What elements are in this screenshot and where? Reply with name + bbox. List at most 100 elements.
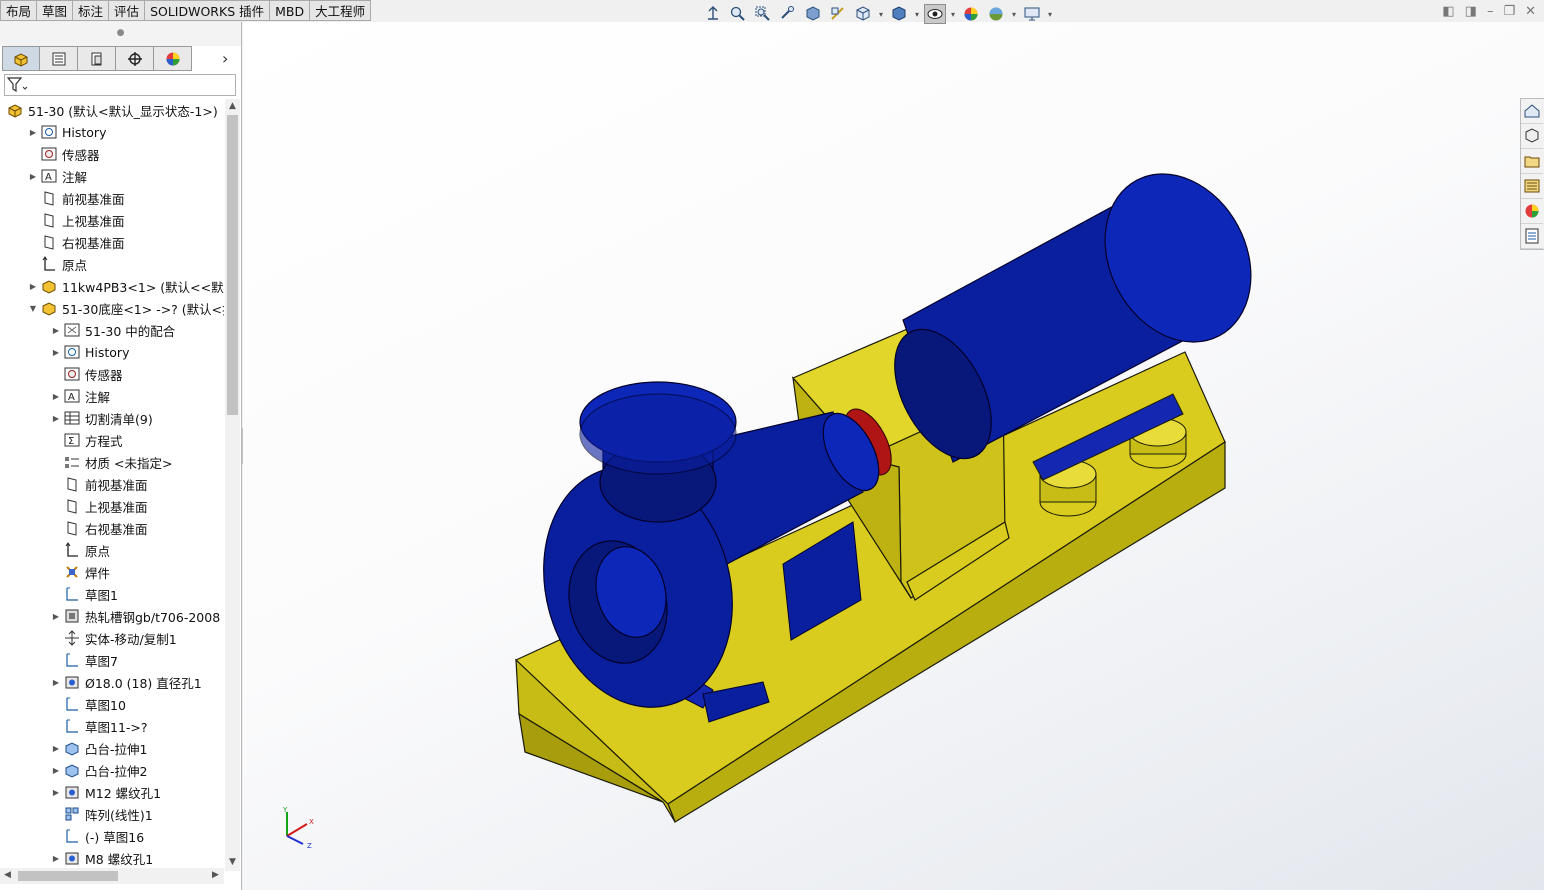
tree-item[interactable]: Σ 方程式	[0, 429, 224, 451]
command-tab-2[interactable]: 标注	[73, 0, 110, 21]
command-tab-1[interactable]: 草图	[37, 0, 74, 21]
tree-filter[interactable]	[4, 74, 236, 96]
tree-item[interactable]: 草图11->?	[0, 715, 224, 737]
scroll-thumb[interactable]	[227, 115, 238, 415]
tree-item[interactable]: 传感器	[0, 143, 224, 165]
expand-arrow-icon[interactable]: ▶	[28, 172, 38, 181]
dropdown-caret-icon[interactable]: ▾	[913, 10, 921, 19]
expand-arrow-icon[interactable]: ▶	[51, 326, 61, 335]
tree-item[interactable]: ▶ 凸台-拉伸2	[0, 759, 224, 781]
expand-arrow-icon[interactable]: ▶	[51, 348, 61, 357]
expand-arrow-icon[interactable]: ▶	[51, 678, 61, 687]
tree-item[interactable]: 材质 <未指定>	[0, 451, 224, 473]
custom-properties-tab[interactable]	[1521, 224, 1543, 249]
file-explorer-tab[interactable]	[1521, 174, 1543, 199]
tree-item[interactable]: 传感器	[0, 363, 224, 385]
tab-configuration-manager[interactable]	[78, 46, 116, 71]
panel-grip[interactable]: ●	[0, 22, 241, 46]
expand-arrow-icon[interactable]: ▶	[28, 282, 38, 291]
tree-item[interactable]: 上视基准面	[0, 209, 224, 231]
previous-view-button[interactable]	[777, 4, 799, 24]
tree-item[interactable]: ▶ History	[0, 121, 224, 143]
filter-icon[interactable]	[5, 75, 31, 95]
command-tab-6[interactable]: 大工程师	[310, 0, 372, 21]
view-orientation-button[interactable]	[702, 4, 724, 24]
tab-feature-manager[interactable]	[2, 46, 40, 71]
scroll-left-icon[interactable]: ◀	[0, 870, 15, 880]
tree-item[interactable]: ▶ M12 螺纹孔1	[0, 781, 224, 803]
tree-item[interactable]: ▶ 热轧槽钢gb/t706-2008 36B	[0, 605, 224, 627]
more-tabs-chevron-icon[interactable]: ›	[222, 49, 228, 68]
tree-item[interactable]: 右视基准面	[0, 517, 224, 539]
pump-assembly-model[interactable]	[243, 22, 1544, 890]
scroll-down-icon[interactable]: ▼	[225, 857, 240, 867]
tree-item[interactable]: 草图7	[0, 649, 224, 671]
tree-vertical-scrollbar[interactable]: ▲ ▼	[225, 99, 240, 871]
tree-item[interactable]: 阵列(线性)1	[0, 803, 224, 825]
tab-property-manager[interactable]	[40, 46, 78, 71]
zoom-to-fit-button[interactable]	[727, 4, 749, 24]
tree-item[interactable]: 草图1	[0, 583, 224, 605]
display-style-button[interactable]	[888, 4, 910, 24]
tree-item[interactable]: 右视基准面	[0, 231, 224, 253]
expand-arrow-icon[interactable]: ▶	[51, 612, 61, 621]
tree-item[interactable]: 前视基准面	[0, 187, 224, 209]
tree-item[interactable]: ▶ A 注解	[0, 165, 224, 187]
expand-arrow-icon[interactable]: ▶	[51, 854, 61, 863]
hide-show-button[interactable]	[924, 4, 946, 24]
tile-right-icon[interactable]: ◨	[1465, 4, 1477, 19]
tree-item[interactable]: ▼ 51-30底座<1> ->? (默认<按加	[0, 297, 224, 319]
tree-item[interactable]: 原点	[0, 253, 224, 275]
expand-arrow-icon[interactable]: ▶	[51, 744, 61, 753]
restore-icon[interactable]: ❐	[1503, 4, 1515, 19]
tab-dimxpert-manager[interactable]	[116, 46, 154, 71]
edit-appearance-button[interactable]	[960, 4, 982, 24]
dynamic-annotation-button[interactable]	[827, 4, 849, 24]
dropdown-caret-icon[interactable]: ▾	[949, 10, 957, 19]
tree-item[interactable]: ▶ 51-30 中的配合	[0, 319, 224, 341]
tree-item[interactable]: 焊件	[0, 561, 224, 583]
tree-item[interactable]: ▶ 11kw4PB3<1> (默认<<默认>_	[0, 275, 224, 297]
view-settings-button[interactable]	[1021, 4, 1043, 24]
tree-item[interactable]: ▶ 切割清单(9)	[0, 407, 224, 429]
tree-item[interactable]: 前视基准面	[0, 473, 224, 495]
view-orient-button[interactable]	[852, 4, 874, 24]
command-tab-0[interactable]: 布局	[0, 0, 38, 21]
expand-arrow-icon[interactable]: ▶	[51, 392, 61, 401]
resources-tab[interactable]	[1521, 124, 1543, 149]
command-tab-5[interactable]: MBD	[270, 0, 311, 21]
expand-arrow-icon[interactable]: ▼	[28, 304, 38, 313]
tree-item[interactable]: ▶ M8 螺纹孔1	[0, 847, 224, 869]
hscroll-thumb[interactable]	[18, 871, 118, 881]
graphics-area[interactable]: Y X Z	[243, 22, 1544, 890]
tree-item[interactable]: ▶ A 注解	[0, 385, 224, 407]
dropdown-caret-icon[interactable]: ▾	[1046, 10, 1054, 19]
design-library-tab[interactable]	[1521, 149, 1543, 174]
scroll-right-icon[interactable]: ▶	[208, 870, 223, 880]
zoom-to-area-button[interactable]	[752, 4, 774, 24]
tree-item[interactable]: ▶ Ø18.0 (18) 直径孔1	[0, 671, 224, 693]
home-tab[interactable]	[1521, 99, 1543, 124]
section-view-button[interactable]	[802, 4, 824, 24]
apply-scene-button[interactable]	[985, 4, 1007, 24]
tree-item[interactable]: 原点	[0, 539, 224, 561]
tree-item[interactable]: 实体-移动/复制1	[0, 627, 224, 649]
expand-arrow-icon[interactable]: ▶	[51, 414, 61, 423]
expand-arrow-icon[interactable]: ▶	[28, 128, 38, 137]
tree-item[interactable]: 草图10	[0, 693, 224, 715]
dropdown-caret-icon[interactable]: ▾	[877, 10, 885, 19]
tree-item[interactable]: 上视基准面	[0, 495, 224, 517]
close-icon[interactable]: ✕	[1525, 4, 1536, 19]
command-tab-3[interactable]: 评估	[109, 0, 146, 21]
expand-arrow-icon[interactable]: ▶	[51, 766, 61, 775]
scroll-up-icon[interactable]: ▲	[225, 101, 240, 111]
tree-item[interactable]: 51-30 (默认<默认_显示状态-1>)	[0, 99, 224, 121]
tree-horizontal-scrollbar[interactable]: ◀ ▶	[0, 868, 224, 884]
appearances-tab[interactable]	[1521, 199, 1543, 224]
command-tab-4[interactable]: SOLIDWORKS 插件	[145, 0, 271, 21]
tree-item[interactable]: (-) 草图16	[0, 825, 224, 847]
tree-item[interactable]: ▶ 凸台-拉伸1	[0, 737, 224, 759]
dropdown-caret-icon[interactable]: ▾	[1010, 10, 1018, 19]
tree-item[interactable]: ▶ History	[0, 341, 224, 363]
tile-left-icon[interactable]: ◧	[1442, 4, 1454, 19]
